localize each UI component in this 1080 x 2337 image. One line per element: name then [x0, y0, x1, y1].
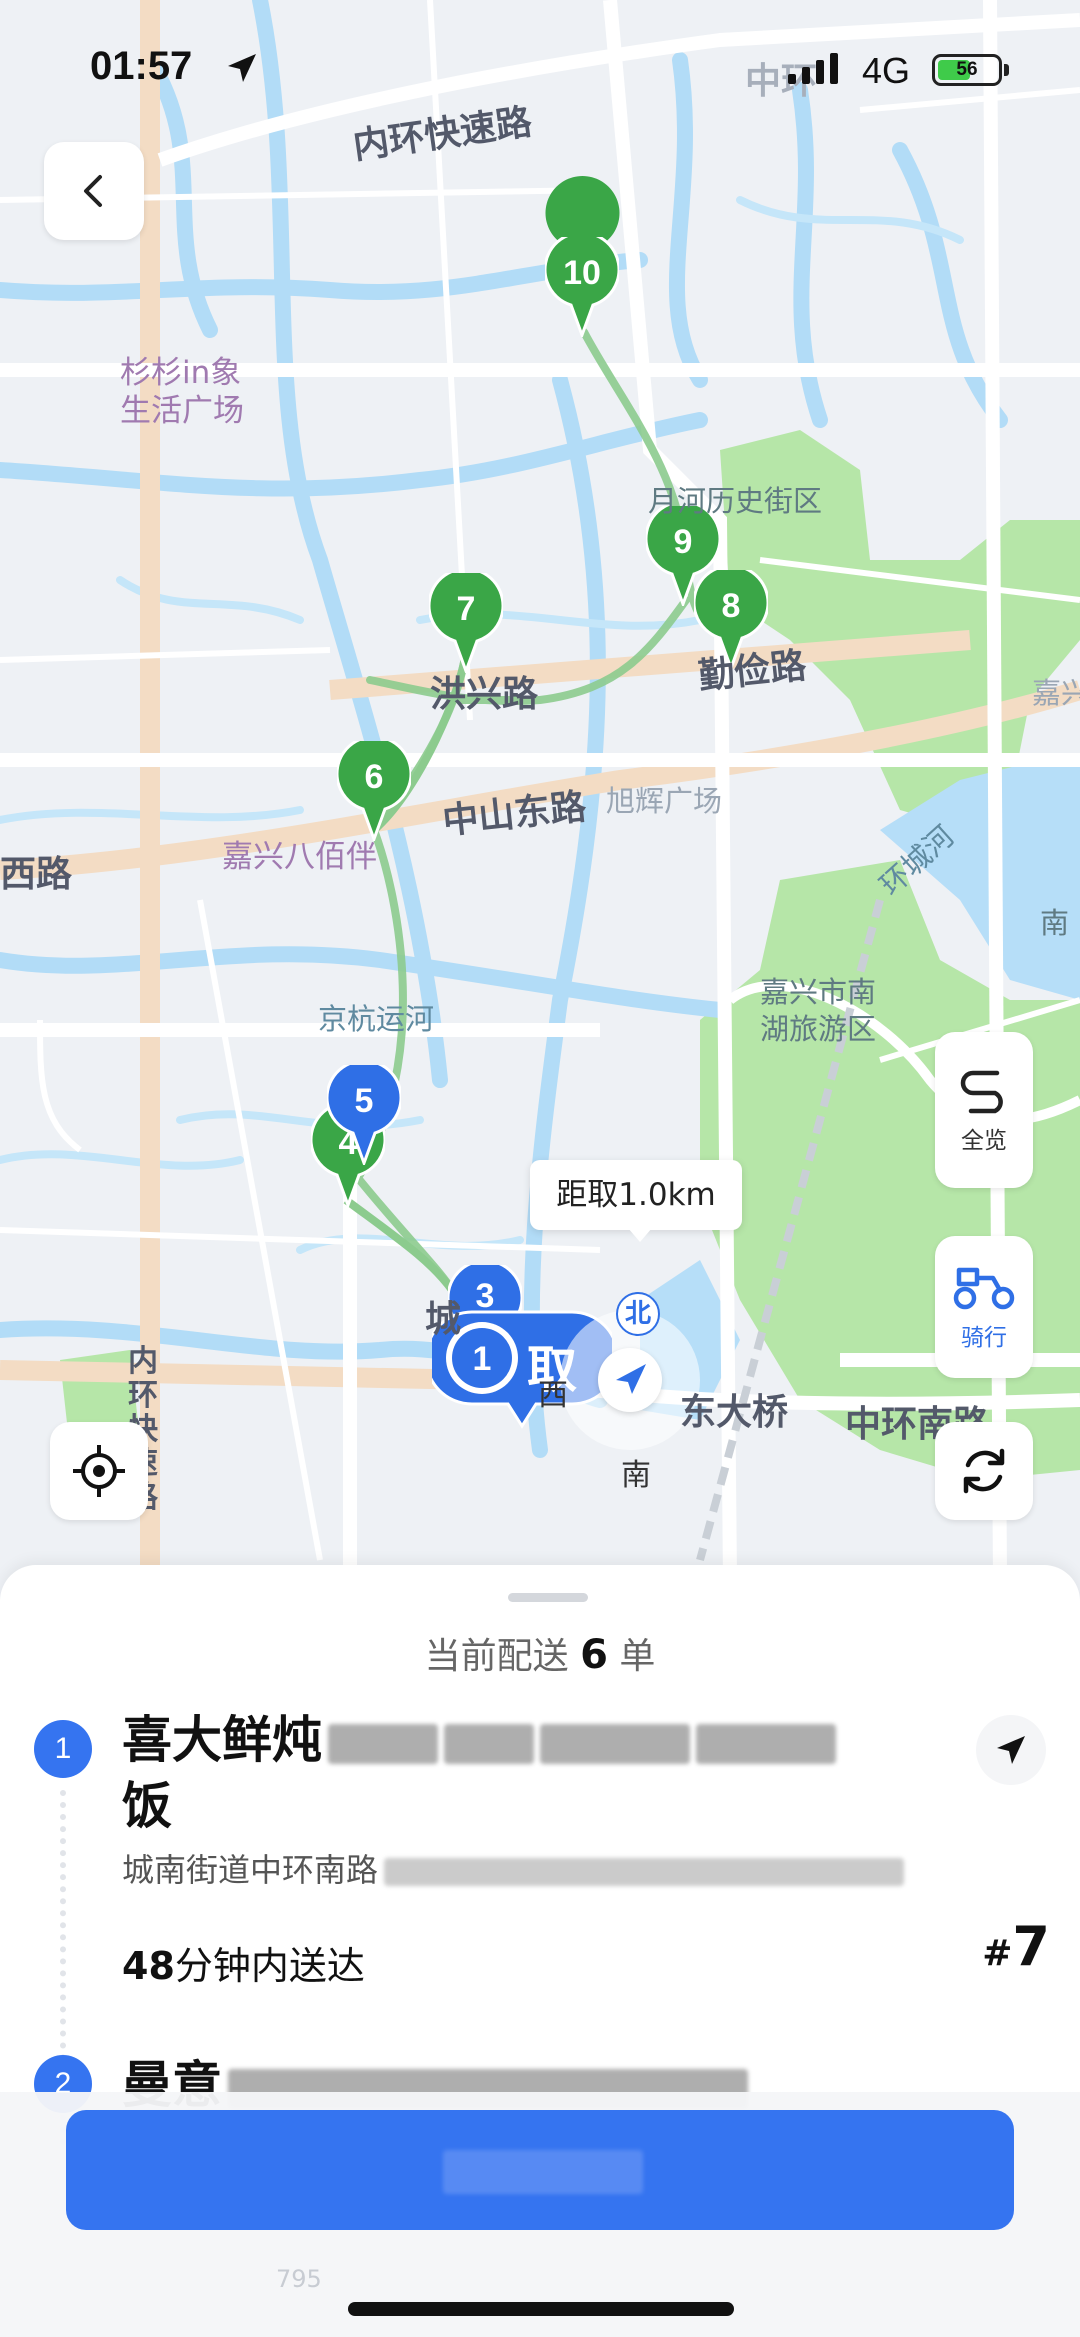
primary-action-button[interactable] [66, 2110, 1014, 2230]
location-arrow-icon [228, 54, 256, 82]
shop-name-line2: 饭 [122, 1777, 172, 1835]
poi-jinghang: 京杭运河 [318, 1002, 435, 1036]
locate-crosshair-icon [73, 1445, 125, 1497]
navigate-button[interactable] [976, 1715, 1046, 1785]
pin-7[interactable]: 7 [429, 573, 503, 673]
poi-nanhu: 嘉兴市南 湖旅游区 [760, 975, 877, 1046]
map-view[interactable]: 10 9 8 7 6 4 5 3 1 取 北 西 南 内环快速路 中环 洪兴路 … [0, 0, 1080, 1580]
address-text: 城南街道中环南路 [122, 1851, 379, 1889]
chevron-left-icon [84, 175, 102, 207]
footer-number: 795 [276, 2265, 322, 2293]
order-index-1: 1 [34, 1720, 92, 1778]
navigation-arrow-icon [997, 1736, 1025, 1764]
riding-button[interactable]: 骑行 [935, 1236, 1033, 1378]
pin-5[interactable]: 5 [327, 1065, 401, 1165]
riding-label: 骑行 [961, 1325, 1007, 1351]
distance-tooltip-tail [628, 1228, 652, 1242]
redacted-block [328, 1723, 438, 1764]
scooter-icon [953, 1267, 1015, 1310]
redacted-block [384, 1858, 905, 1886]
route-overview-icon [960, 1070, 1003, 1114]
battery-cap [1004, 64, 1009, 76]
locate-button[interactable] [50, 1422, 148, 1520]
compass-north: 北 [616, 1292, 660, 1336]
sheet-title-prefix: 当前配送 [424, 1636, 569, 1677]
refresh-button[interactable] [935, 1422, 1033, 1520]
order-no: 7 [1012, 1915, 1050, 1978]
status-time: 01:57 [90, 44, 193, 88]
sheet-title: 当前配送 6 单 [0, 1627, 1080, 1679]
status-bar: 01:57 4G 56 [0, 0, 1080, 120]
road-hongxing: 洪兴路 [430, 674, 539, 715]
poi-xuhui: 旭辉广场 [606, 784, 723, 818]
road-dongqiao: 东大桥 [680, 1392, 789, 1433]
compass-south: 南 [621, 1458, 651, 1493]
eta-minutes: 48 [122, 1944, 175, 1988]
refresh-icon [963, 1448, 1005, 1494]
poi-babaiban: 嘉兴八佰伴 [222, 839, 377, 875]
eta-text: 分钟内送达 [174, 1944, 365, 1988]
overview-label: 全览 [961, 1128, 1007, 1154]
poi-yuehe: 月河历史街区 [648, 484, 823, 518]
navigation-arrow-icon [616, 1364, 646, 1394]
redacted-block [444, 1723, 534, 1764]
sheet-grabber[interactable] [508, 1593, 588, 1602]
redacted-block [540, 1723, 690, 1764]
pin-10[interactable]: 10 [545, 237, 619, 337]
sheet-title-suffix: 单 [619, 1636, 656, 1677]
order-hash: # [982, 1933, 1013, 1974]
pin-6[interactable]: 6 [337, 741, 411, 841]
signal-icon [788, 53, 838, 84]
order-count: 6 [580, 1632, 608, 1678]
road-nan-right: 南 [1040, 906, 1070, 940]
battery-percent: 56 [956, 59, 978, 80]
order-card-1[interactable]: 喜大鲜炖 饭 [122, 1707, 952, 1839]
network-type: 4G [862, 50, 911, 91]
distance-tooltip: 距取1.0km [530, 1160, 742, 1230]
road-jiaxing-right: 嘉兴 [1032, 676, 1080, 710]
compass-west: 西 [538, 1378, 568, 1413]
battery-icon: 56 [932, 54, 1002, 86]
back-button[interactable] [44, 142, 144, 240]
order-address: 城南街道中环南路 [122, 1845, 905, 1891]
road-west: 西路 [0, 854, 73, 895]
road-street-letter: 城 [425, 1299, 462, 1340]
home-indicator[interactable] [348, 2302, 734, 2316]
overview-button[interactable]: 全览 [935, 1032, 1033, 1188]
redacted-block [696, 1723, 836, 1764]
redacted-block [443, 2150, 643, 2194]
poi-shanshan: 杉杉in象 生活广场 [120, 355, 244, 429]
order-eta: 48分钟内送达 [122, 1935, 365, 1990]
order-number: #7 [982, 1915, 1050, 1978]
shop-name: 喜大鲜炖 [122, 1711, 322, 1769]
